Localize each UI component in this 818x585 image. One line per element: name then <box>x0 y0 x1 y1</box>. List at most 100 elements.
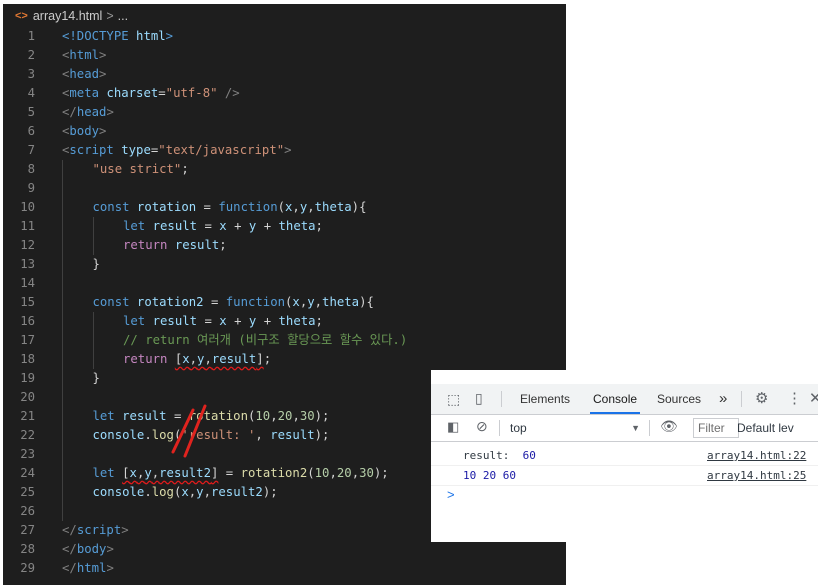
line-number: 26 <box>20 504 35 518</box>
code-token: , <box>292 409 300 423</box>
code-token: x <box>219 219 227 233</box>
code-text[interactable]: let result = rotation(10,20,30); <box>93 407 330 426</box>
code-line[interactable]: 5 </head> <box>3 103 566 122</box>
close-icon[interactable]: ✕ <box>809 389 818 407</box>
code-line[interactable]: 12 return result; <box>3 236 566 255</box>
code-line[interactable]: 3 <head> <box>3 65 566 84</box>
code-text[interactable]: <head> <box>62 65 106 84</box>
code-line[interactable]: 28 </body> <box>3 540 566 559</box>
code-token: theta <box>278 219 316 233</box>
code-text[interactable]: let result = x + y + theta; <box>123 217 323 236</box>
code-token: ; <box>315 314 323 328</box>
device-toolbar-icon[interactable]: ▯ <box>475 390 483 407</box>
clear-console-icon[interactable]: ⊘ <box>476 418 488 435</box>
context-select-value: top <box>510 421 527 435</box>
dropdown-caret-icon: ▼ <box>631 423 640 433</box>
console-value: 10 20 60 <box>463 469 516 482</box>
code-line[interactable]: 11 let result = x + y + theta; <box>3 217 566 236</box>
line-number: 5 <box>27 105 35 119</box>
html-file-icon: <> <box>15 10 28 22</box>
code-text[interactable]: const rotation2 = function(x,y,theta){ <box>93 293 374 312</box>
line-number: 7 <box>27 143 35 157</box>
code-line[interactable]: 13} <box>3 255 566 274</box>
line-number: 28 <box>20 542 35 556</box>
console-source-link[interactable]: array14.html:22 <box>707 446 806 465</box>
code-line[interactable]: 7 <script type="text/javascript"> <box>3 141 566 160</box>
indent-guide <box>62 426 63 445</box>
code-text[interactable]: <!DOCTYPE html> <box>62 27 173 46</box>
code-line[interactable]: 9 <box>3 179 566 198</box>
code-text[interactable]: return result; <box>123 236 227 255</box>
code-line[interactable]: 29 </html> <box>3 559 566 578</box>
live-expression-eye-icon[interactable]: 👁 <box>660 418 678 435</box>
code-text[interactable]: <script type="text/javascript"> <box>62 141 292 160</box>
code-text[interactable]: </script> <box>62 521 129 540</box>
console-prompt[interactable]: > <box>447 487 455 502</box>
code-line[interactable]: 17 // return 여러개 (비구조 할당으로 할수 있다.) <box>3 331 566 350</box>
line-number: 1 <box>27 29 35 43</box>
line-number: 3 <box>27 67 35 81</box>
code-line[interactable]: 4 <meta charset="utf-8" /> <box>3 84 566 103</box>
breadcrumb-chevron-icon: > <box>106 9 114 23</box>
code-token: x <box>182 352 190 366</box>
context-select[interactable]: top ▼ <box>510 415 640 441</box>
code-line[interactable]: 2 <html> <box>3 46 566 65</box>
code-line[interactable]: 18 return [x,y,result]; <box>3 350 566 369</box>
code-line[interactable]: 16 let result = x + y + theta; <box>3 312 566 331</box>
code-text[interactable]: } <box>93 255 100 274</box>
code-token: function <box>218 200 278 214</box>
line-number: 17 <box>20 333 35 347</box>
code-token: console <box>92 428 145 442</box>
code-text[interactable]: "use strict"; <box>93 160 189 179</box>
code-text[interactable]: <meta charset="utf-8" /> <box>62 84 240 103</box>
code-text[interactable]: let result = x + y + theta; <box>123 312 323 331</box>
breadcrumb-more[interactable]: ... <box>118 9 128 23</box>
console-source-link[interactable]: array14.html:25 <box>707 466 806 485</box>
code-token: = <box>203 295 226 309</box>
tab-separator <box>741 391 742 407</box>
breadcrumb-file[interactable]: array14.html <box>33 9 102 23</box>
code-text[interactable]: <html> <box>62 46 106 65</box>
code-line[interactable]: 14 <box>3 274 566 293</box>
console-value: 60 <box>522 449 536 462</box>
kebab-menu-icon[interactable]: ⋮ <box>787 389 802 407</box>
code-text[interactable]: </body> <box>62 540 114 559</box>
line-number: 9 <box>27 181 35 195</box>
code-text[interactable]: <body> <box>62 122 106 141</box>
code-text[interactable]: // return 여러개 (비구조 할당으로 할수 있다.) <box>123 331 407 350</box>
code-line[interactable]: 6 <body> <box>3 122 566 141</box>
code-token: let <box>123 314 153 328</box>
line-number: 6 <box>27 124 35 138</box>
settings-gear-icon[interactable]: ⚙ <box>755 389 768 407</box>
code-line[interactable]: 8 "use strict"; <box>3 160 566 179</box>
code-text[interactable]: </html> <box>62 559 114 578</box>
code-token: theta <box>314 200 352 214</box>
code-text[interactable]: return [x,y,result]; <box>123 350 271 369</box>
inspect-element-icon[interactable]: ⬚ <box>447 391 460 408</box>
code-token: , <box>329 466 337 480</box>
breadcrumb: <> array14.html > ... <box>3 4 566 28</box>
code-line[interactable]: 10 const rotation = function(x,y,theta){ <box>3 198 566 217</box>
tab-sources[interactable]: Sources <box>657 384 701 414</box>
code-text[interactable]: console.log(x,y,result2); <box>93 483 278 502</box>
code-token: + <box>256 219 279 233</box>
console-message-text: 10 20 60 <box>463 466 516 485</box>
code-token: let <box>92 409 123 423</box>
code-token: , <box>307 200 315 214</box>
code-text[interactable]: console.log('result: ', result); <box>93 426 330 445</box>
code-line[interactable]: 1 <!DOCTYPE html> <box>3 27 566 46</box>
tab-console[interactable]: Console <box>590 384 641 414</box>
code-text[interactable]: } <box>93 369 100 388</box>
code-text[interactable]: let [x,y,result2] = rotation2(10,20,30); <box>93 464 389 483</box>
code-text[interactable]: </head> <box>62 103 114 122</box>
code-token: > <box>99 67 107 81</box>
code-token: 10 <box>314 466 330 480</box>
filter-input[interactable]: Filter <box>693 418 739 438</box>
code-token: result <box>270 428 315 442</box>
more-tabs-chevron-icon[interactable]: » <box>719 384 727 414</box>
log-levels-dropdown[interactable]: Default lev <box>737 415 794 441</box>
code-text[interactable]: const rotation = function(x,y,theta){ <box>93 198 367 217</box>
code-line[interactable]: 15 const rotation2 = function(x,y,theta){ <box>3 293 566 312</box>
sidebar-toggle-icon[interactable]: ◧ <box>447 419 459 435</box>
tab-elements[interactable]: Elements <box>520 384 570 414</box>
